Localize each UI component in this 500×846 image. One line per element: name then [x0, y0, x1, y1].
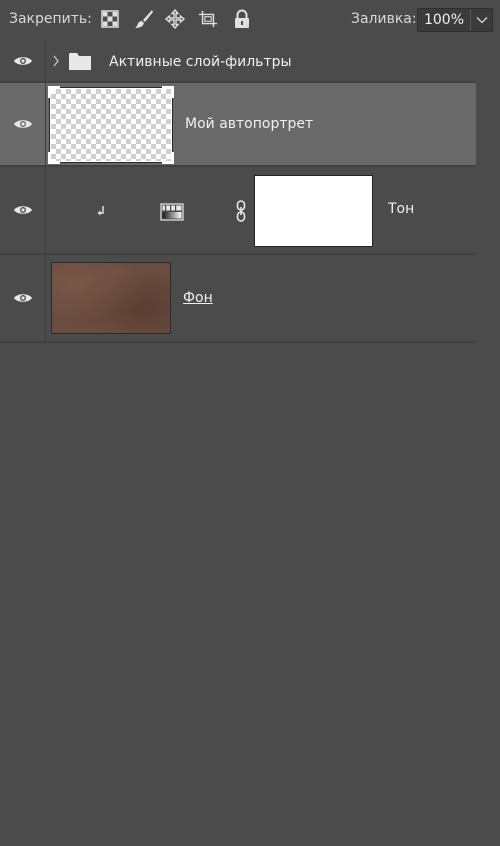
lock-all-icon[interactable] [232, 9, 252, 29]
chevron-right-icon[interactable] [52, 55, 60, 67]
thumbnail-corner [162, 152, 174, 164]
layer-row-group[interactable]: Активные слой-фильтры [0, 40, 476, 83]
layers-panel: Закрепить: Заливка: 100% Активные слой-ф… [0, 0, 500, 846]
link-icon[interactable] [235, 200, 247, 222]
layer-mask-thumbnail[interactable] [254, 175, 373, 247]
visibility-toggle[interactable] [0, 83, 46, 165]
gradient-map-icon[interactable] [160, 203, 184, 221]
visibility-toggle[interactable] [0, 255, 46, 341]
lock-transparent-pixels-icon[interactable] [100, 9, 120, 29]
eye-icon [13, 292, 33, 304]
fill-value[interactable]: 100% [418, 9, 471, 31]
layer-thumbnail[interactable] [48, 86, 174, 164]
thumbnail-corner [48, 152, 60, 164]
artboard-autonest-icon[interactable] [198, 9, 218, 29]
eye-icon [13, 204, 33, 216]
fill-input[interactable]: 100% [417, 8, 493, 32]
lock-position-icon[interactable] [165, 9, 185, 29]
visibility-toggle[interactable] [0, 40, 46, 81]
layer-name[interactable]: Фон [183, 290, 213, 306]
lock-image-pixels-icon[interactable] [134, 9, 154, 29]
chevron-down-icon [476, 16, 488, 24]
folder-icon [69, 52, 91, 70]
eye-icon [13, 55, 33, 67]
eye-icon [13, 118, 33, 130]
clipping-mask-icon [96, 205, 106, 217]
layer-name: Активные слой-фильтры [109, 54, 292, 70]
fill-dropdown-button[interactable] [471, 9, 492, 31]
visibility-toggle[interactable] [0, 167, 46, 253]
layer-row-adjustment[interactable]: Тон [0, 167, 476, 255]
thumbnail-corner [162, 86, 174, 98]
thumbnail-corner [48, 86, 60, 98]
layers-toolbar: Закрепить: Заливка: 100% [0, 0, 500, 40]
fill-label: Заливка: [351, 11, 417, 27]
layer-row-background[interactable]: Фон [0, 255, 476, 343]
layer-name[interactable]: Мой автопортрет [185, 116, 313, 132]
lock-label: Закрепить: [9, 11, 92, 27]
layer-row-selected[interactable]: Мой автопортрет [0, 83, 476, 167]
layer-thumbnail[interactable] [51, 262, 171, 334]
layer-name[interactable]: Тон [388, 201, 414, 217]
